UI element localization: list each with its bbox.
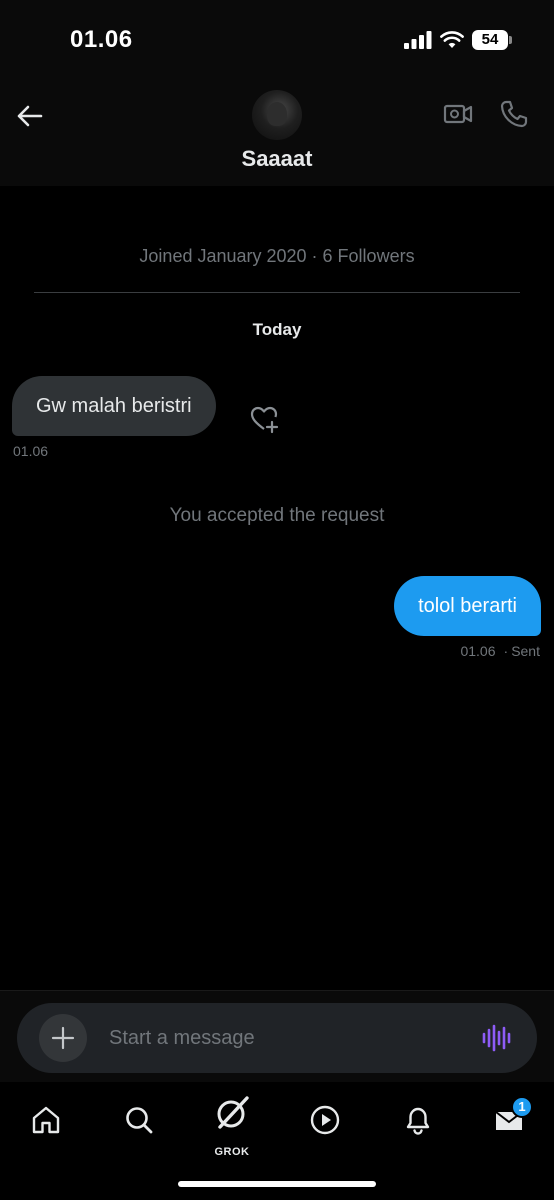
video-call-button[interactable] (442, 98, 474, 130)
status-indicators: 54 (404, 30, 512, 50)
message-composer (17, 1003, 537, 1073)
heart-plus-icon (250, 406, 279, 434)
meta-separator: · (503, 643, 509, 659)
outgoing-message-meta: 01.06 · Sent (460, 643, 540, 659)
wifi-icon (440, 31, 464, 48)
voice-waveform-icon (482, 1024, 511, 1052)
plus-icon (51, 1026, 75, 1050)
tab-notifications[interactable] (394, 1096, 442, 1144)
cellular-signal-icon (404, 31, 432, 49)
contact-name[interactable]: Saaaat (0, 146, 554, 172)
video-camera-icon (443, 104, 473, 124)
battery-indicator: 54 (472, 30, 512, 50)
composer-area (0, 990, 554, 1082)
incoming-message-time: 01.06 (13, 443, 49, 459)
tab-search[interactable] (115, 1096, 163, 1144)
voice-call-button[interactable] (498, 98, 530, 130)
grok-icon (217, 1096, 249, 1129)
bell-icon (406, 1107, 430, 1135)
tab-home[interactable] (22, 1096, 70, 1144)
home-indicator[interactable] (178, 1181, 376, 1187)
tab-messages[interactable]: 1 (485, 1096, 533, 1144)
day-separator: Today (252, 320, 302, 339)
outgoing-message-status: Sent (511, 643, 540, 659)
avatar-figure (267, 102, 287, 126)
play-circle-icon (310, 1105, 340, 1135)
incoming-message-text: Gw malah beristri (36, 394, 192, 417)
incoming-message-bubble[interactable]: Gw malah beristri (12, 376, 216, 436)
back-button[interactable] (14, 100, 46, 132)
battery-level: 54 (481, 31, 499, 48)
divider (34, 292, 520, 293)
bottom-tab-bar: GROK 1 (0, 1082, 554, 1200)
profile-meta: Joined January 2020 · 6 Followers (139, 246, 415, 266)
message-input[interactable] (109, 1021, 469, 1055)
outgoing-message-time: 01.06 (460, 643, 496, 659)
add-attachment-button[interactable] (39, 1014, 87, 1062)
outgoing-message-bubble[interactable]: tolol berarti (394, 576, 541, 636)
status-bar: 01.06 54 (0, 0, 554, 80)
voice-message-button[interactable] (481, 1023, 513, 1053)
tab-grok[interactable]: GROK (208, 1096, 256, 1158)
avatar[interactable] (252, 90, 302, 140)
search-icon (126, 1107, 153, 1134)
outgoing-message-text: tolol berarti (418, 594, 517, 617)
grok-label: GROK (214, 1146, 250, 1158)
tab-video[interactable] (301, 1096, 349, 1144)
status-time: 01.06 (70, 26, 133, 53)
add-reaction-button[interactable] (250, 404, 282, 434)
home-icon (32, 1106, 60, 1134)
arrow-left-icon (17, 105, 43, 127)
messages-badge: 1 (511, 1096, 533, 1118)
conversation-header: Saaaat (0, 80, 554, 186)
phone-icon (500, 100, 528, 128)
system-note: You accepted the request (169, 505, 385, 526)
